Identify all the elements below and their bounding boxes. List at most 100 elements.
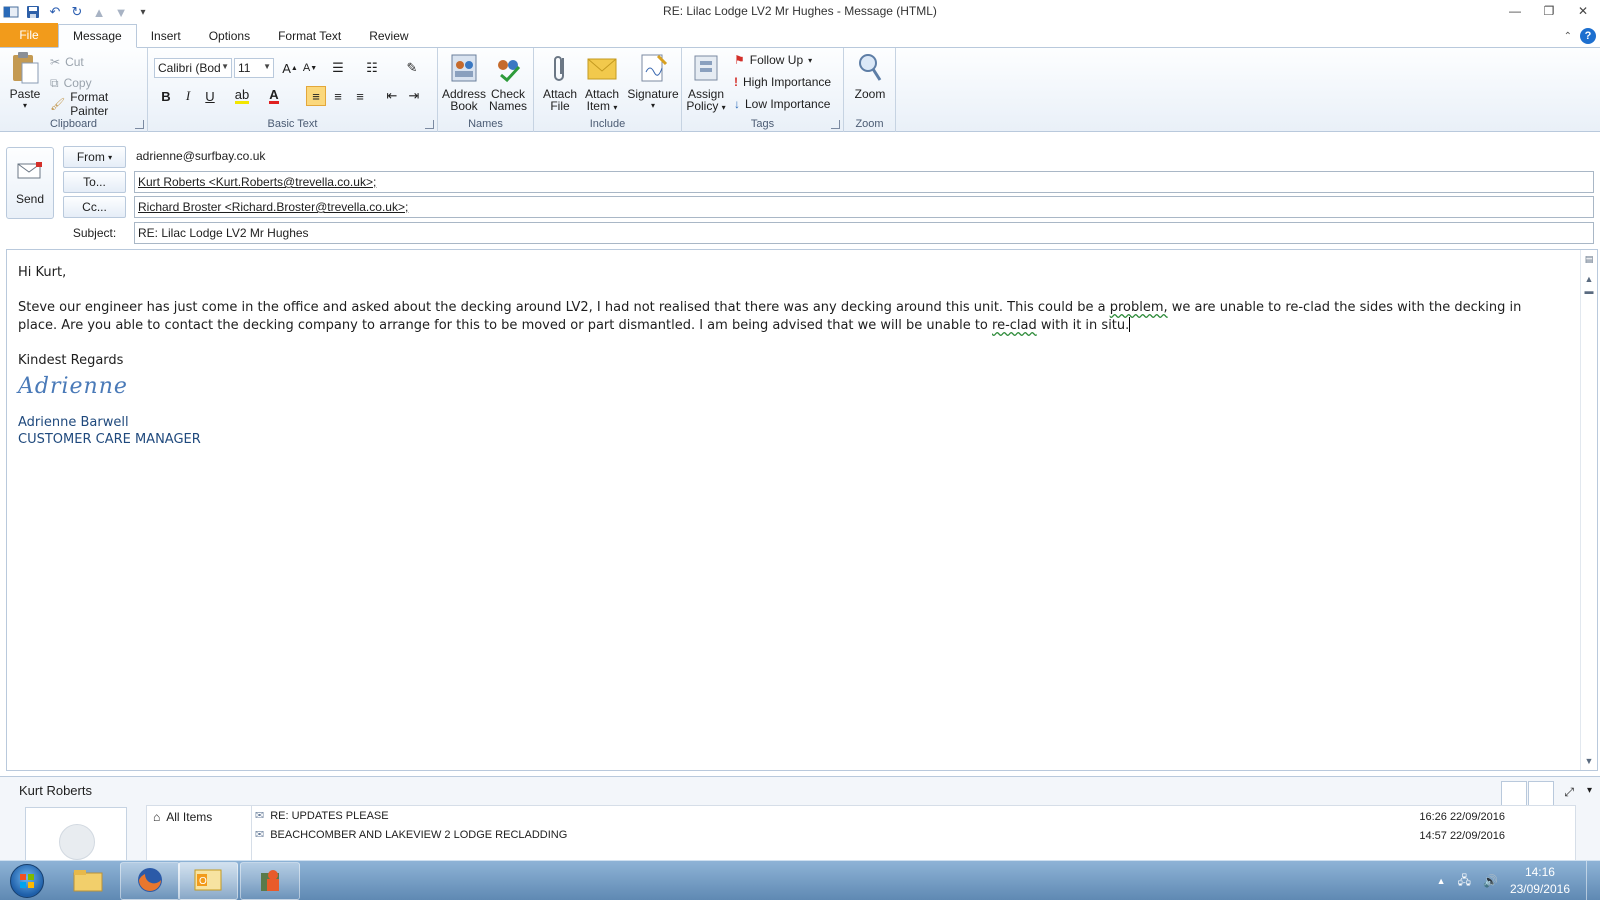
list-item[interactable]: ✉ RE: UPDATES PLEASE: [255, 809, 389, 823]
tab-review[interactable]: Review: [355, 24, 422, 47]
paste-icon: [9, 51, 41, 85]
tab-options[interactable]: Options: [195, 24, 264, 47]
help-icon[interactable]: ?: [1580, 28, 1596, 44]
tab-format-text[interactable]: Format Text: [264, 24, 355, 47]
high-importance-button[interactable]: ! High Importance: [734, 73, 831, 91]
low-importance-label: Low Importance: [745, 97, 831, 111]
tab-file[interactable]: File: [0, 23, 58, 47]
font-name-combo[interactable]: Calibri (Body) ▼: [154, 58, 232, 78]
people-pane-view-toggle: [1501, 781, 1554, 807]
font-size-combo[interactable]: 11 ▼: [234, 58, 274, 78]
basic-text-launcher-icon[interactable]: [425, 120, 434, 129]
align-right-icon[interactable]: ≡: [350, 86, 370, 106]
scroll-down-icon[interactable]: ▼: [1582, 754, 1596, 768]
taskbar-explorer[interactable]: [58, 862, 118, 900]
cc-recipient[interactable]: Richard Broster <Richard.Broster@trevell…: [138, 200, 408, 214]
numbering-icon[interactable]: ☷: [362, 58, 382, 78]
send-button[interactable]: Send: [6, 147, 54, 219]
volume-icon[interactable]: 🔊: [1483, 874, 1498, 888]
bold-button[interactable]: B: [156, 86, 176, 106]
expand-pane-icon[interactable]: ⤢: [1564, 785, 1574, 800]
paste-button[interactable]: Paste ▾: [6, 51, 44, 112]
previous-item-icon[interactable]: ▲: [90, 3, 108, 21]
body-text-part-3: with it in situ.: [1036, 318, 1130, 333]
clipboard-launcher-icon[interactable]: [135, 120, 144, 129]
clear-formatting-icon[interactable]: ✎: [402, 58, 422, 78]
contact-photo-large-icon[interactable]: [1528, 781, 1554, 807]
redo-icon[interactable]: ↻: [68, 3, 86, 21]
subject-field[interactable]: RE: Lilac Lodge LV2 Mr Hughes: [134, 222, 1594, 244]
list-item[interactable]: ✉ BEACHCOMBER AND LAKEVIEW 2 LODGE RECLA…: [255, 828, 567, 842]
body-scrollbar[interactable]: ▤ ▲ ▬ ▼: [1580, 250, 1597, 770]
list-item-subject: RE: UPDATES PLEASE: [270, 809, 389, 822]
italic-button[interactable]: I: [178, 86, 198, 106]
signature-button[interactable]: Signature ▾: [626, 51, 680, 112]
show-hidden-icons-icon[interactable]: ▲: [1437, 876, 1446, 886]
names-group: Address Book Check Names Names: [438, 48, 534, 132]
message-body[interactable]: Hi Kurt, Steve our engineer has just com…: [6, 249, 1598, 771]
taskbar-app[interactable]: [240, 862, 300, 900]
scroll-thumb-icon[interactable]: ▬: [1582, 284, 1596, 298]
avatar-placeholder-icon: [59, 824, 95, 860]
attach-file-button[interactable]: Attach File: [540, 51, 580, 112]
check-names-button[interactable]: Check Names: [486, 51, 530, 112]
align-left-icon[interactable]: ≡: [306, 86, 326, 106]
window-title: RE: Lilac Lodge LV2 Mr Hughes - Message …: [663, 4, 937, 18]
zoom-button[interactable]: Zoom: [850, 51, 890, 100]
taskbar-firefox[interactable]: [120, 862, 180, 900]
cc-button[interactable]: Cc...: [63, 196, 126, 218]
minimize-button[interactable]: —: [1498, 0, 1532, 22]
save-icon[interactable]: [24, 3, 42, 21]
show-desktop-button[interactable]: [1586, 861, 1600, 900]
close-button[interactable]: ✕: [1566, 0, 1600, 22]
undo-icon[interactable]: ↶: [46, 3, 64, 21]
message-body-content[interactable]: Hi Kurt, Steve our engineer has just com…: [18, 264, 1548, 448]
spelling-flag-problem[interactable]: problem,: [1110, 300, 1168, 315]
folder-icon: [72, 867, 104, 896]
bullets-icon[interactable]: ☰: [328, 58, 348, 78]
quick-access-toolbar: ↶ ↻ ▲ ▼ ▾: [0, 3, 152, 21]
ruler-toggle-icon[interactable]: ▤: [1582, 252, 1596, 266]
low-importance-button[interactable]: ↓ Low Importance: [734, 95, 830, 113]
restore-button[interactable]: ❐: [1532, 0, 1566, 22]
minimize-ribbon-icon[interactable]: ⌃: [1564, 31, 1572, 42]
tab-message[interactable]: Message: [58, 24, 137, 48]
decrease-indent-icon[interactable]: ⇤: [382, 86, 402, 106]
shrink-font-icon[interactable]: A ▼: [300, 58, 320, 78]
attach-item-label-2-row: Item ▾: [587, 100, 618, 114]
spelling-flag-reclad[interactable]: re-clad: [992, 318, 1037, 333]
font-dropdown-icon: ▼: [221, 62, 229, 71]
cc-field[interactable]: Richard Broster <Richard.Broster@trevell…: [134, 196, 1594, 218]
tab-insert[interactable]: Insert: [137, 24, 195, 47]
next-item-icon[interactable]: ▼: [112, 3, 130, 21]
follow-up-button[interactable]: ⚑ Follow Up ▾: [734, 51, 812, 69]
to-recipient[interactable]: Kurt Roberts <Kurt.Roberts@trevella.co.u…: [138, 175, 376, 189]
to-field[interactable]: Kurt Roberts <Kurt.Roberts@trevella.co.u…: [134, 171, 1594, 193]
font-color-icon[interactable]: A: [264, 86, 284, 106]
taskbar-outlook[interactable]: O: [178, 862, 238, 900]
contact-photo-small-icon[interactable]: [1501, 781, 1527, 807]
address-book-button[interactable]: Address Book: [442, 51, 486, 112]
subject-value: RE: Lilac Lodge LV2 Mr Hughes: [138, 226, 309, 240]
network-icon[interactable]: 🖧: [1458, 871, 1471, 892]
highlight-icon[interactable]: ab: [232, 86, 252, 106]
format-painter-button[interactable]: 🖌 Format Painter: [50, 90, 147, 118]
clock[interactable]: 14:16 23/09/2016: [1510, 864, 1570, 898]
collapse-pane-icon[interactable]: ▾: [1587, 785, 1592, 796]
customize-qat-icon[interactable]: ▾: [134, 3, 152, 21]
all-items-filter[interactable]: ⌂ All Items: [153, 810, 212, 824]
tags-launcher-icon[interactable]: [831, 120, 840, 129]
cut-button[interactable]: ✂ Cut: [50, 53, 84, 71]
increase-indent-icon[interactable]: ⇥: [404, 86, 424, 106]
to-button[interactable]: To...: [63, 171, 126, 193]
outlook-window-icon[interactable]: [2, 3, 20, 21]
grow-font-icon[interactable]: A ▲: [280, 58, 300, 78]
scissors-icon: ✂: [50, 55, 61, 69]
start-button[interactable]: [4, 862, 50, 900]
high-importance-label: High Importance: [743, 75, 832, 89]
underline-button[interactable]: U: [200, 86, 220, 106]
attach-item-button[interactable]: Attach Item ▾: [582, 51, 622, 114]
from-button[interactable]: From ▾: [63, 146, 126, 168]
align-center-icon[interactable]: ≡: [328, 86, 348, 106]
assign-policy-button[interactable]: Assign Policy ▾: [686, 51, 726, 114]
